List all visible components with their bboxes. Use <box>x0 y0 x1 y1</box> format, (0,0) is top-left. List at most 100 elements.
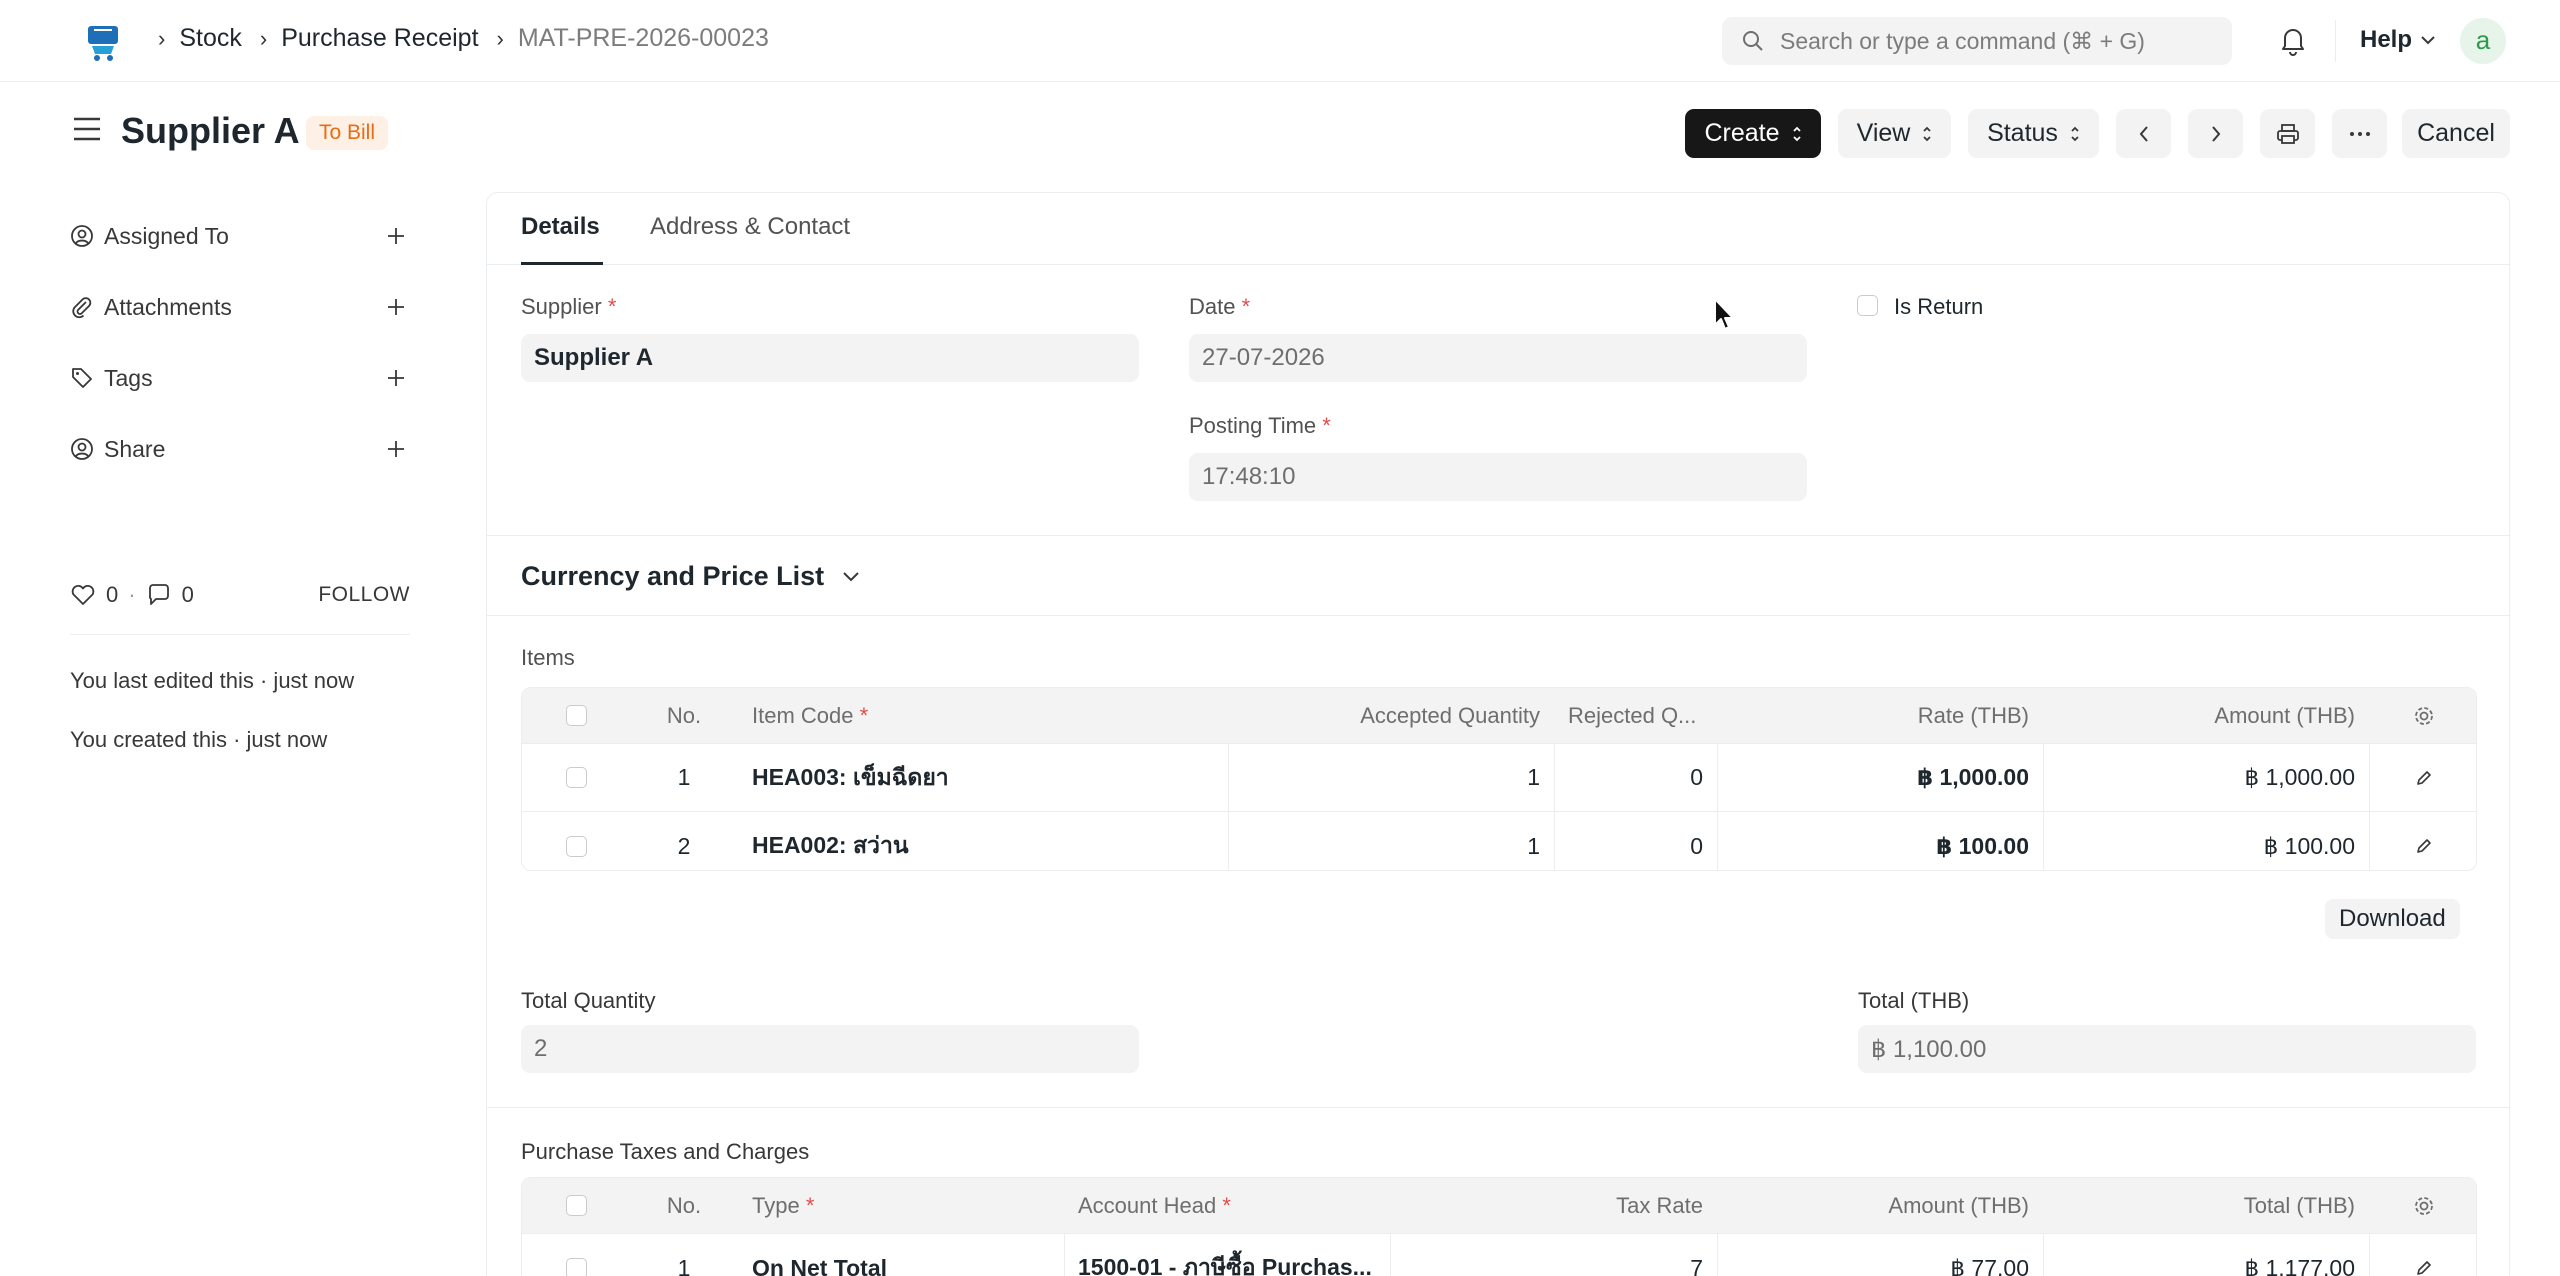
select-all-checkbox[interactable] <box>565 1195 587 1216</box>
more-actions-button[interactable] <box>2332 109 2387 158</box>
row-checkbox[interactable] <box>565 767 587 788</box>
add-attachment-plus-icon[interactable] <box>382 293 410 321</box>
is-return-label: Is Return <box>1894 294 1984 319</box>
notification-bell-icon[interactable] <box>2278 24 2308 62</box>
previous-document-button[interactable] <box>2116 109 2171 158</box>
add-tag-plus-icon[interactable] <box>382 364 410 392</box>
table-row[interactable]: 1 On Net Total 1500-01 - ภาษีซื้อ Purcha… <box>522 1234 2476 1276</box>
row-rate[interactable]: ฿ 1,000.00 <box>1717 744 2043 811</box>
tab-address-contact[interactable]: Address & Contact <box>650 213 850 241</box>
column-settings-icon[interactable] <box>2369 688 2476 743</box>
edit-row-icon[interactable] <box>2369 812 2476 870</box>
paperclip-icon <box>72 297 92 319</box>
col-tax-rate: Tax Rate <box>1616 1192 1703 1218</box>
status-badge: To Bill <box>306 116 389 150</box>
table-row[interactable]: 2 HEA002: สว่าน 1 0 ฿ 100.00 ฿ 100.00 <box>522 812 2476 870</box>
row-accepted-qty[interactable]: 1 <box>1228 812 1554 870</box>
edit-row-icon[interactable] <box>2369 1234 2476 1276</box>
chevron-right-icon: › <box>259 25 268 51</box>
help-menu[interactable]: Help <box>2360 26 2436 54</box>
assign-icon <box>71 225 93 247</box>
col-rate: Rate (THB) <box>1917 702 2029 728</box>
navbar: › Stock › Purchase Receipt › MAT-PRE-202… <box>0 0 2560 82</box>
sidebar-item-label: Attachments <box>104 293 232 320</box>
row-account-head[interactable]: 1500-01 - ภาษีซื้อ Purchas... <box>1064 1234 1390 1276</box>
view-button[interactable]: View <box>1838 109 1951 158</box>
row-tax-amount: ฿ 77.00 <box>1950 1254 2029 1276</box>
breadcrumb: › Stock › Purchase Receipt › MAT-PRE-202… <box>158 24 787 53</box>
sidebar-item-assigned-to[interactable]: Assigned To <box>70 216 410 256</box>
tab-details[interactable]: Details <box>521 213 600 241</box>
comment-icon[interactable] <box>146 583 172 607</box>
items-label: Items <box>521 645 575 670</box>
create-label: Create <box>1704 119 1780 147</box>
posting-time-label: Posting Time * <box>1189 413 1331 438</box>
breadcrumb-stock[interactable]: Stock <box>179 24 242 53</box>
column-settings-icon[interactable] <box>2369 1178 2476 1233</box>
follow-button[interactable]: FOLLOW <box>318 583 410 607</box>
navbar-divider <box>2335 20 2336 62</box>
col-tax-total: Total (THB) <box>2243 1192 2355 1218</box>
date-field[interactable]: 27-07-2026 <box>1189 334 1807 382</box>
cancel-label: Cancel <box>2417 119 2495 147</box>
app-logo[interactable] <box>80 18 126 64</box>
sidebar-toggle-icon[interactable] <box>72 116 102 148</box>
form-card: Details Address & Contact Supplier * Sup… <box>486 192 2510 1276</box>
row-item-code[interactable]: HEA002: สว่าน <box>738 812 1228 870</box>
currency-section-header[interactable]: Currency and Price List <box>521 561 860 592</box>
share-icon <box>71 438 93 460</box>
next-document-button[interactable] <box>2188 109 2243 158</box>
row-no: 2 <box>677 832 691 859</box>
row-type[interactable]: On Net Total <box>738 1234 1064 1276</box>
row-accepted-qty[interactable]: 1 <box>1228 744 1554 811</box>
select-all-checkbox[interactable] <box>565 705 587 726</box>
print-button[interactable] <box>2260 109 2315 158</box>
avatar[interactable]: a <box>2460 18 2506 64</box>
breadcrumb-purchase-receipt[interactable]: Purchase Receipt <box>281 24 478 53</box>
row-checkbox[interactable] <box>565 835 587 857</box>
row-tax-rate[interactable]: 7 <box>1390 1234 1717 1276</box>
dot-separator: · <box>128 582 136 607</box>
updown-icon <box>1923 126 1932 141</box>
sidebar-item-tags[interactable]: Tags <box>70 358 410 398</box>
cancel-button[interactable]: Cancel <box>2402 109 2510 158</box>
row-amount: ฿ 1,000.00 <box>2244 764 2355 790</box>
create-button[interactable]: Create <box>1685 109 1821 158</box>
edit-row-icon[interactable] <box>2369 744 2476 811</box>
chevron-down-icon <box>2421 36 2435 45</box>
posting-time-field[interactable]: 17:48:10 <box>1189 453 1807 501</box>
row-checkbox[interactable] <box>565 1257 587 1276</box>
row-rejected-qty[interactable]: 0 <box>1554 812 1717 870</box>
row-rate[interactable]: ฿ 100.00 <box>1717 812 2043 870</box>
table-row[interactable]: 1 HEA003: เข็มฉีดยา 1 0 ฿ 1,000.00 ฿ 1,0… <box>522 744 2476 812</box>
row-rejected-qty[interactable]: 0 <box>1554 744 1717 811</box>
social-bar: 0 · 0 FOLLOW <box>70 582 410 608</box>
col-item-code: Item Code * <box>752 702 869 728</box>
download-button[interactable]: Download <box>2325 899 2460 939</box>
ellipsis-icon <box>2349 131 2370 136</box>
sidebar-item-attachments[interactable]: Attachments <box>70 287 410 327</box>
add-share-plus-icon[interactable] <box>382 435 410 463</box>
search-input[interactable]: Search or type a command (⌘ + G) <box>1722 17 2232 65</box>
form-tabs: Details Address & Contact <box>487 193 2509 265</box>
total-field: ฿ 1,100.00 <box>1858 1025 2476 1073</box>
row-item-code[interactable]: HEA003: เข็มฉีดยา <box>738 744 1228 811</box>
tag-icon <box>72 368 92 388</box>
heart-icon[interactable] <box>70 583 96 607</box>
section-divider <box>487 615 2509 616</box>
breadcrumb-current-document[interactable]: MAT-PRE-2026-00023 <box>518 24 769 53</box>
is-return-checkbox[interactable] <box>1857 295 1878 316</box>
row-no: 1 <box>677 764 691 790</box>
supplier-field[interactable]: Supplier A <box>521 334 1139 382</box>
col-type: Type * <box>752 1192 815 1218</box>
chevron-right-icon <box>2211 125 2220 142</box>
total-quantity-label: Total Quantity <box>521 988 656 1013</box>
taxes-table: No. Type * Account Head * Tax Rate Amoun… <box>521 1177 2477 1276</box>
add-assignee-plus-icon[interactable] <box>382 222 410 250</box>
search-icon <box>1743 31 1763 51</box>
supplier-label: Supplier * <box>521 294 617 319</box>
col-accepted-quantity: Accepted Quantity <box>1360 702 1540 728</box>
sidebar-item-share[interactable]: Share <box>70 429 410 469</box>
status-button[interactable]: Status <box>1968 109 2099 158</box>
col-account-head: Account Head * <box>1078 1192 1231 1218</box>
